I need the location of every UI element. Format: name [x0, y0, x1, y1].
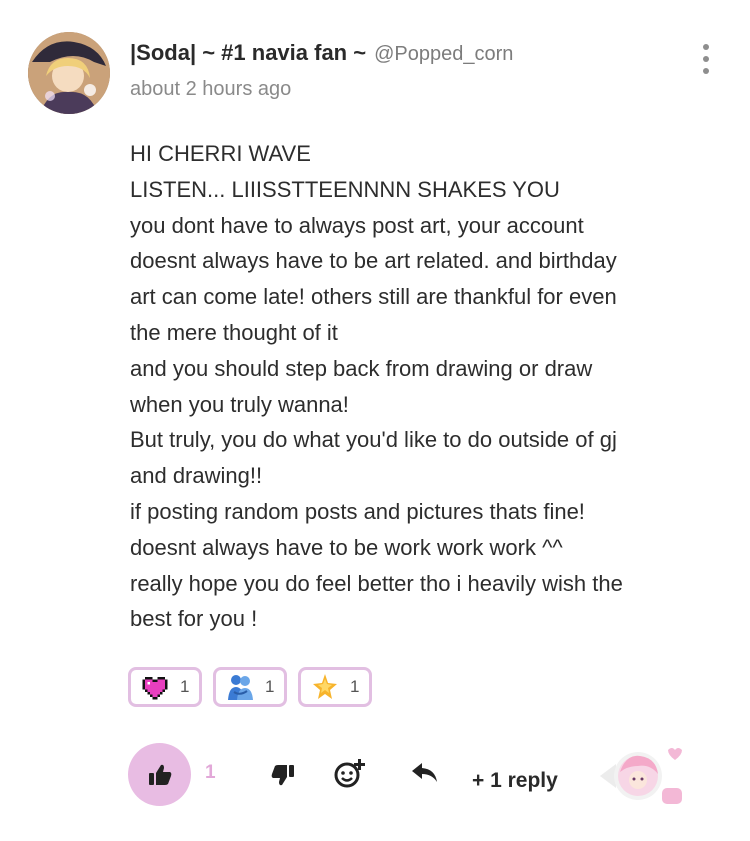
reaction-bar: 1 1 1	[128, 667, 372, 707]
body-line: HI CHERRI WAVE	[130, 141, 311, 166]
avatar-image	[28, 32, 110, 114]
reaction-star[interactable]: 1	[298, 667, 372, 707]
body-line: art can come late! others still are than…	[130, 284, 617, 310]
author-row: |Soda| ~ #1 navia fan ~ @Popped_corn	[130, 40, 690, 66]
reply-count-link[interactable]: + 1 reply	[472, 769, 558, 793]
thumbs-down-icon[interactable]	[270, 762, 296, 788]
reaction-heart[interactable]: 1	[128, 667, 202, 707]
more-options-icon[interactable]	[697, 44, 715, 74]
like-count: 1	[205, 762, 216, 783]
body-line: you dont have to always post art, your a…	[130, 212, 584, 238]
post-header: |Soda| ~ #1 navia fan ~ @Popped_corn abo…	[130, 40, 690, 101]
author-display-name[interactable]: |Soda| ~ #1 navia fan ~	[130, 40, 366, 66]
sparkle-star-icon	[313, 674, 337, 699]
body-line: when you truly wanna!	[130, 391, 349, 417]
author-avatar[interactable]	[28, 32, 110, 114]
pixel-heart-icon	[142, 677, 168, 700]
like-button[interactable]	[128, 743, 191, 806]
add-reaction-icon[interactable]	[333, 758, 365, 790]
body-line: best for you !	[130, 606, 258, 632]
body-line: doesnt always have to be work work work …	[130, 534, 563, 560]
body-line: really hope you do feel better tho i hea…	[130, 570, 623, 596]
body-line: and drawing!!	[130, 463, 263, 489]
body-line: if posting random posts and pictures tha…	[130, 498, 585, 524]
body-line: LISTEN... LIIISSTTEENNNN SHAKES YOU	[130, 176, 560, 202]
post-timestamp: about 2 hours ago	[130, 78, 292, 100]
body-line: and you should step back from drawing or…	[130, 355, 593, 381]
body-line: But truly, you do what you'd like to do …	[130, 427, 617, 453]
post-body: HI CHERRI WAVE LISTEN... LIIISSTTEENNNN …	[130, 136, 730, 637]
author-handle[interactable]: @Popped_corn	[374, 43, 513, 66]
body-line: the mere thought of it	[130, 319, 338, 345]
reaction-count: 1	[350, 677, 360, 696]
body-line: doesnt always have to be art related. an…	[130, 248, 617, 274]
reaction-count: 1	[180, 677, 190, 696]
action-bar: 1 + 1 reply	[0, 740, 750, 810]
reply-arrow-icon[interactable]	[410, 760, 440, 786]
replier-avatar[interactable]	[598, 742, 690, 812]
reaction-hug[interactable]: 1	[213, 667, 287, 707]
reaction-count: 1	[265, 677, 275, 696]
hugging-people-icon	[228, 675, 253, 700]
thumbs-up-icon	[148, 764, 171, 785]
